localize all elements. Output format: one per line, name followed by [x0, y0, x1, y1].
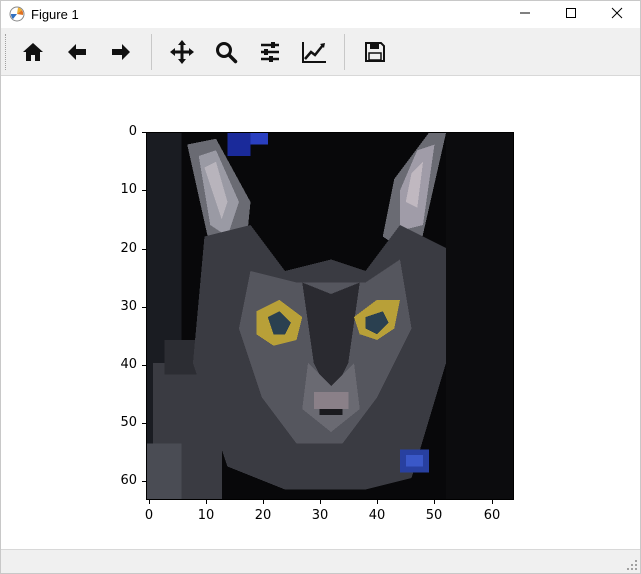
y-tick-mark — [142, 481, 146, 482]
arrow-right-icon — [112, 43, 130, 60]
y-tick-mark — [142, 365, 146, 366]
x-tick-mark — [434, 500, 435, 504]
navigation-toolbar — [1, 28, 640, 76]
x-tick-label: 40 — [368, 508, 386, 523]
y-tick-mark — [142, 132, 146, 133]
y-tick-mark — [142, 423, 146, 424]
magnifier-icon — [216, 41, 238, 63]
arrow-left-icon — [68, 43, 86, 60]
y-tick-label: 30 — [120, 299, 137, 314]
y-tick-label: 50 — [120, 415, 137, 430]
y-tick-mark — [142, 307, 146, 308]
y-tick-mark — [142, 249, 146, 250]
resize-grip-icon[interactable] — [626, 559, 638, 571]
status-bar — [1, 549, 640, 573]
x-tick-mark — [263, 500, 264, 504]
y-tick-label: 60 — [120, 473, 137, 488]
window-title: Figure 1 — [31, 6, 79, 22]
sliders-icon — [261, 41, 279, 62]
figure-canvas[interactable]: 0 10 20 30 40 50 60 0 10 20 30 40 50 60 — [1, 76, 640, 551]
maximize-button[interactable] — [548, 1, 594, 25]
line-chart-icon — [302, 41, 326, 63]
x-tick-mark — [149, 500, 150, 504]
close-button[interactable] — [594, 1, 640, 25]
back-button[interactable] — [58, 33, 96, 71]
x-tick-label: 30 — [311, 508, 329, 523]
forward-button[interactable] — [102, 33, 140, 71]
edit-axes-button[interactable] — [295, 33, 333, 71]
home-icon — [23, 42, 43, 61]
toolbar-grip[interactable] — [5, 33, 9, 70]
close-icon — [611, 7, 623, 19]
minimize-icon — [520, 12, 530, 14]
save-button[interactable] — [356, 33, 394, 71]
home-button[interactable] — [14, 33, 52, 71]
y-tick-label: 0 — [128, 124, 137, 139]
title-bar[interactable]: Figure 1 — [1, 1, 640, 27]
x-tick-label: 0 — [144, 508, 154, 523]
x-tick-label: 20 — [254, 508, 272, 523]
x-tick-mark — [492, 500, 493, 504]
matplotlib-app-icon — [9, 6, 25, 22]
cat-image — [146, 132, 514, 500]
x-tick-mark — [206, 500, 207, 504]
move-icon — [170, 39, 194, 64]
x-tick-label: 10 — [197, 508, 215, 523]
floppy-disk-icon — [365, 41, 385, 62]
toolbar-separator — [344, 33, 345, 70]
pan-button[interactable] — [163, 33, 201, 71]
x-tick-mark — [377, 500, 378, 504]
minimize-button[interactable] — [502, 1, 548, 25]
figure-window: Figure 1 0 10 20 30 40 50 60 0 10 20 30 … — [0, 0, 641, 574]
zoom-button[interactable] — [207, 33, 245, 71]
toolbar-separator — [151, 33, 152, 70]
y-tick-label: 20 — [120, 241, 137, 256]
x-tick-label: 60 — [483, 508, 501, 523]
subplots-button[interactable] — [251, 33, 289, 71]
maximize-icon — [566, 8, 576, 18]
x-tick-mark — [320, 500, 321, 504]
y-tick-label: 10 — [120, 182, 137, 197]
y-tick-label: 40 — [120, 357, 137, 372]
y-tick-mark — [142, 190, 146, 191]
x-tick-label: 50 — [425, 508, 443, 523]
